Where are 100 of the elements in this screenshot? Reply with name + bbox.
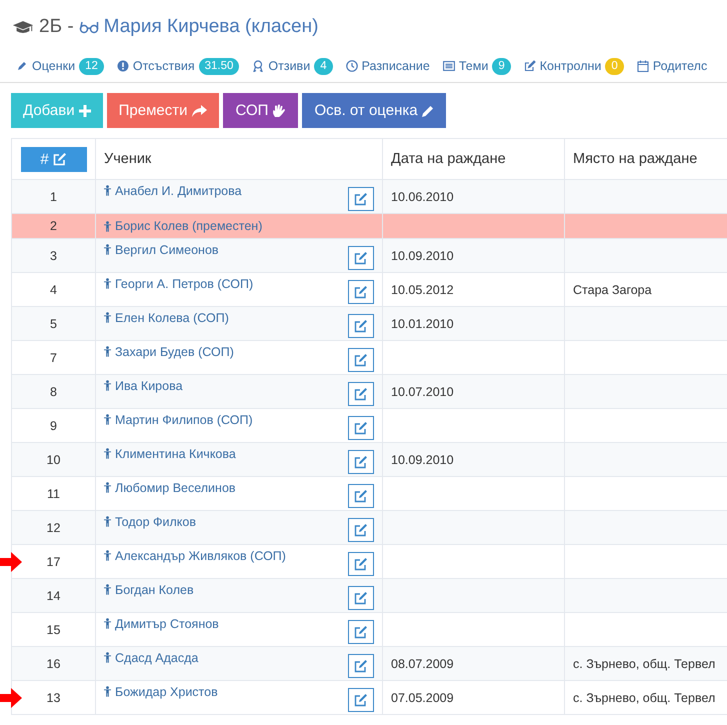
action-button[interactable]: Осв. от оценка — [302, 93, 446, 128]
edit-button[interactable] — [348, 586, 374, 610]
student-link[interactable]: Захари Будев (СОП) — [104, 344, 234, 358]
student-link[interactable]: Ива Кирова — [104, 378, 183, 392]
edit-icon — [354, 658, 368, 672]
student-link[interactable]: Вергил Симеонов — [104, 242, 219, 256]
edit-icon — [354, 522, 368, 536]
edit-icon — [354, 624, 368, 638]
edit-icon — [354, 352, 368, 366]
student-link[interactable]: Димитър Стоянов — [104, 616, 219, 630]
edit-button[interactable] — [348, 382, 374, 406]
pencil-icon — [16, 60, 28, 72]
column-header: Дата на раждане — [391, 151, 506, 167]
row-number: 2 — [50, 219, 57, 233]
tab[interactable]: Отзиви 4 — [252, 57, 333, 75]
edit-button[interactable] — [348, 620, 374, 644]
student-link[interactable]: Климентина Кичкова — [104, 446, 236, 460]
edit-button[interactable] — [348, 186, 374, 210]
birth-place: с. Зърнево, общ. Тервел — [573, 656, 716, 670]
edit-button[interactable] — [348, 246, 374, 270]
edit-icon — [354, 192, 368, 206]
person-icon — [104, 482, 111, 493]
person-icon — [104, 516, 111, 527]
edit-button[interactable] — [348, 314, 374, 338]
hand-icon — [272, 104, 286, 118]
row-number: 3 — [50, 248, 57, 262]
action-button[interactable]: СОП — [223, 93, 298, 128]
row-number: 14 — [46, 588, 60, 602]
count-badge: 9 — [492, 58, 511, 74]
student-link[interactable]: Елен Колева (СОП) — [104, 310, 229, 324]
edit-button[interactable] — [348, 654, 374, 678]
student-link[interactable]: Богдан Колев — [104, 582, 194, 596]
tab[interactable]: Родителс — [636, 57, 708, 75]
edit-button[interactable] — [348, 688, 374, 712]
student-link[interactable]: Анабел И. Димитрова — [104, 184, 242, 198]
birth-date: 10.09.2010 — [391, 248, 454, 262]
count-badge: 12 — [79, 58, 104, 74]
ribbon-icon — [252, 60, 264, 72]
edit-icon — [524, 60, 536, 72]
column-header: Ученик — [104, 151, 152, 167]
birth-date: 10.06.2010 — [391, 190, 454, 204]
person-icon — [104, 584, 111, 595]
tab[interactable]: Отсъствия 31.50 — [116, 57, 240, 75]
teacher-name: Мария Кирчева (класен) — [104, 16, 318, 38]
student-link[interactable]: Божидар Христов — [104, 684, 218, 698]
row-number: 7 — [50, 350, 57, 364]
birth-date: 08.07.2009 — [391, 656, 454, 670]
edit-icon — [354, 692, 368, 706]
calendar-icon — [636, 60, 649, 72]
row-number: 8 — [50, 384, 57, 398]
person-icon — [104, 185, 111, 196]
edit-button[interactable] — [348, 450, 374, 474]
share-arrow-icon — [191, 104, 208, 116]
edit-icon — [354, 250, 368, 264]
list-icon — [442, 60, 455, 72]
person-icon — [104, 220, 111, 232]
row-number: 15 — [46, 622, 60, 636]
row-number: 13 — [46, 690, 60, 704]
row-number: 1 — [50, 190, 57, 204]
student-link[interactable]: Любомир Веселинов — [104, 480, 236, 494]
student-link[interactable]: Тодор Филков — [104, 514, 196, 528]
edit-icon — [354, 590, 368, 604]
person-icon — [104, 380, 111, 391]
clock-icon — [346, 60, 358, 72]
person-icon — [104, 550, 111, 561]
count-badge: 0 — [605, 58, 624, 74]
edit-button[interactable] — [348, 484, 374, 508]
person-icon — [104, 448, 111, 459]
student-link[interactable]: Сдасд Адасда — [104, 650, 198, 664]
edit-button[interactable] — [348, 552, 374, 576]
row-number: 4 — [50, 282, 57, 296]
tab[interactable]: Оценки 12 — [16, 57, 104, 75]
birth-place: с. Зърнево, общ. Тервел — [573, 690, 716, 704]
edit-icon — [354, 488, 368, 502]
edit-button[interactable] — [348, 416, 374, 440]
count-badge: 31.50 — [198, 58, 240, 74]
tab[interactable]: Контролни 0 — [524, 57, 624, 75]
edit-button[interactable] — [348, 348, 374, 372]
edit-icon — [354, 284, 368, 298]
column-header: Място на раждане — [573, 151, 698, 167]
birth-date: 10.05.2012 — [391, 282, 454, 296]
edit-icon — [354, 556, 368, 570]
tab[interactable]: Разписание — [346, 57, 430, 75]
person-icon — [104, 618, 111, 629]
person-icon — [104, 244, 111, 255]
person-icon — [104, 652, 111, 663]
row-number: 10 — [46, 452, 60, 466]
edit-button[interactable] — [348, 280, 374, 304]
birth-place: Стара Загора — [573, 282, 652, 296]
reorder-button[interactable]: # — [20, 146, 86, 172]
action-button[interactable]: Премести — [106, 93, 220, 128]
birth-date: 07.05.2009 — [391, 690, 454, 704]
pencil-icon — [422, 104, 434, 116]
edit-icon — [354, 420, 368, 434]
edit-button[interactable] — [348, 518, 374, 542]
exclamation-icon — [116, 60, 129, 72]
person-icon — [104, 686, 111, 697]
tab[interactable]: Теми 9 — [442, 57, 511, 75]
row-number: 16 — [46, 656, 60, 670]
row-number: 12 — [46, 520, 60, 534]
